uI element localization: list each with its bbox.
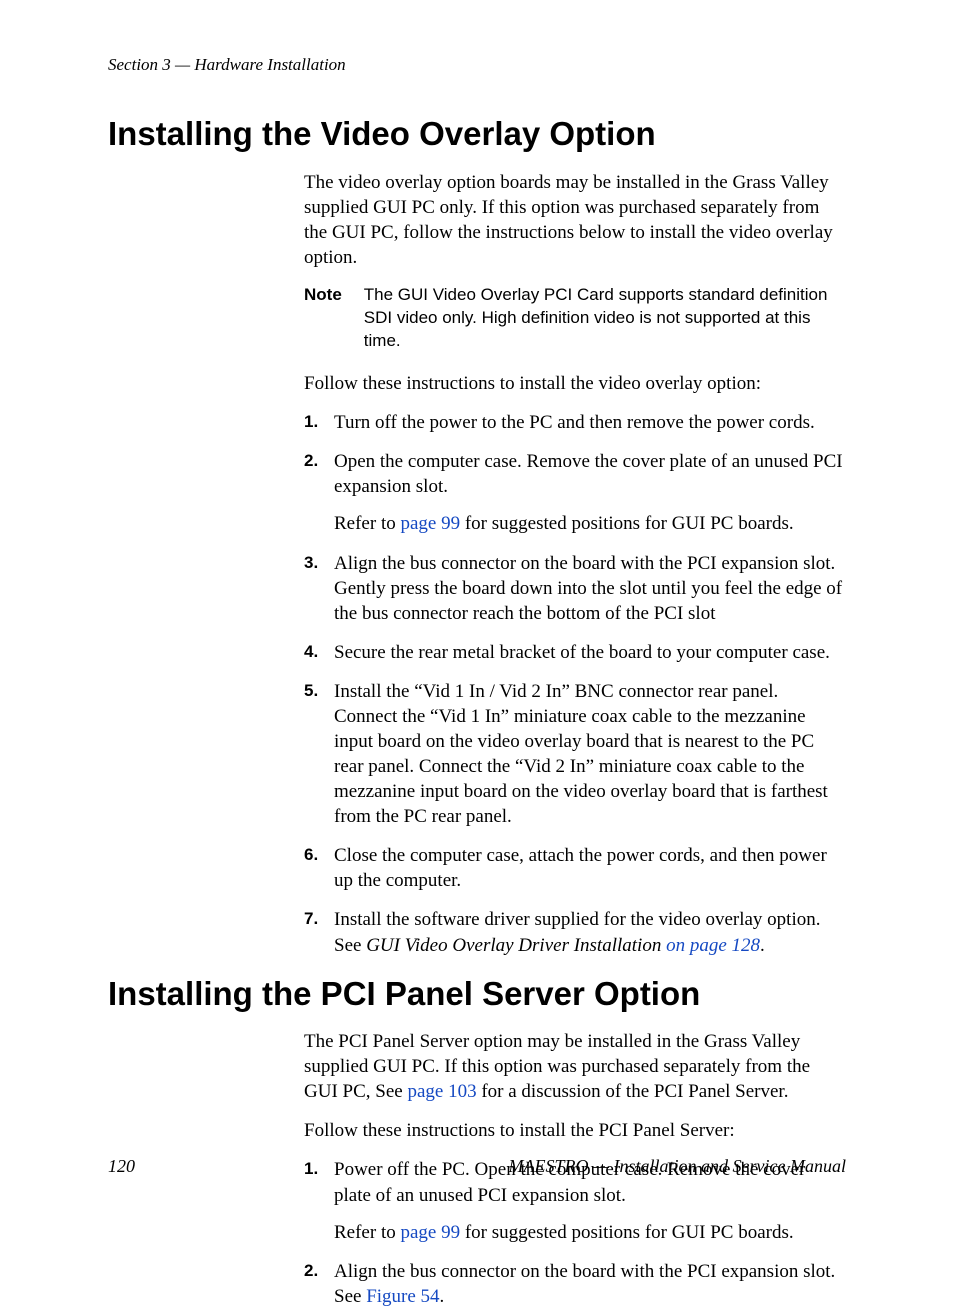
text-fragment: . [440,1286,445,1307]
step-text: Install the “Vid 1 In / Vid 2 In” BNC co… [334,681,828,827]
doc-title: MAESTRO — Installation and Service Manua… [509,1155,846,1179]
intro-paragraph: The video overlay option boards may be i… [304,170,846,270]
text-fragment: Refer to [334,513,400,534]
step-item: Secure the rear metal bracket of the boa… [304,640,846,665]
note-label: Note [304,284,342,353]
step-text: Open the computer case. Remove the cover… [334,451,843,497]
lead-paragraph: Follow these instructions to install the… [304,371,846,396]
step-subtext: Refer to page 99 for suggested positions… [334,511,846,536]
running-header: Section 3 — Hardware Installation [108,54,846,76]
content-column: Installing the Video Overlay Option The … [304,112,846,1308]
text-fragment: for suggested positions for GUI PC board… [460,1222,794,1243]
section-heading-pci-panel: Installing the PCI Panel Server Option [108,972,846,1016]
figure-link[interactable]: Figure 54 [366,1286,439,1307]
lead-paragraph: Follow these instructions to install the… [304,1118,846,1143]
page-link[interactable]: on page 128 [666,935,760,956]
step-text: Turn off the power to the PC and then re… [334,412,815,433]
step-subtext: Refer to page 99 for suggested positions… [334,1220,846,1245]
text-fragment: for suggested positions for GUI PC board… [460,513,794,534]
steps-list-pci-panel: Power off the PC. Open the computer case… [304,1157,846,1308]
text-fragment: . [760,935,765,956]
step-item: Align the bus connector on the board wit… [304,1259,846,1309]
step-text: Secure the rear metal bracket of the boa… [334,642,830,663]
step-item: Close the computer case, attach the powe… [304,843,846,893]
text-fragment: for a discussion of the PCI Panel Server… [477,1081,789,1102]
section-heading-video-overlay: Installing the Video Overlay Option [108,112,846,156]
step-item: Install the software driver supplied for… [304,907,846,957]
note-body: The GUI Video Overlay PCI Card supports … [364,284,846,353]
step-item: Align the bus connector on the board wit… [304,551,846,626]
step-item: Open the computer case. Remove the cover… [304,449,846,536]
step-text: Close the computer case, attach the powe… [334,845,827,891]
intro-paragraph: The PCI Panel Server option may be insta… [304,1029,846,1104]
page-link[interactable]: page 99 [400,513,460,534]
page-link[interactable]: page 99 [400,1222,460,1243]
text-fragment: Refer to [334,1222,400,1243]
step-item: Turn off the power to the PC and then re… [304,410,846,435]
page-footer: 120 MAESTRO — Installation and Service M… [108,1155,846,1179]
note-block: Note The GUI Video Overlay PCI Card supp… [304,284,846,353]
step-item: Install the “Vid 1 In / Vid 2 In” BNC co… [304,679,846,829]
italic-reference: GUI Video Overlay Driver Installation [366,935,666,956]
page-number: 120 [108,1155,135,1179]
page-link[interactable]: page 103 [407,1081,476,1102]
steps-list-video-overlay: Turn off the power to the PC and then re… [304,410,846,957]
page: Section 3 — Hardware Installation Instal… [0,0,954,1235]
step-text: Align the bus connector on the board wit… [334,553,842,624]
